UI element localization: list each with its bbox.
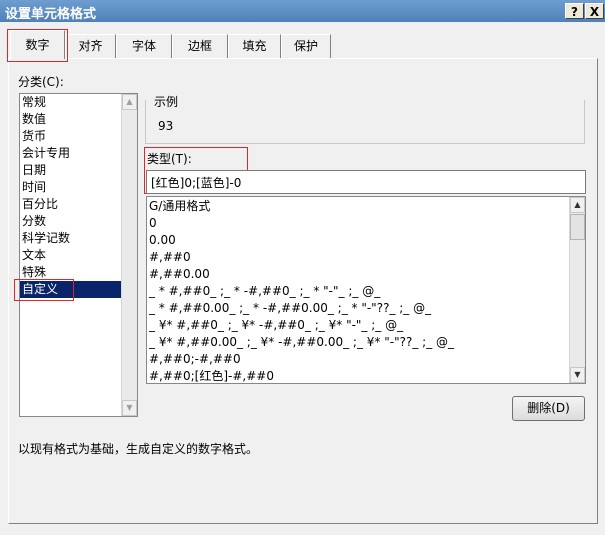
- sample-group: [145, 100, 585, 144]
- category-list[interactable]: 常规 数值 货币 会计专用 日期 时间 百分比 分数 科学记数 文本 特殊 自定义 ▲ ▼: [19, 93, 138, 417]
- category-item[interactable]: 科学记数: [20, 230, 137, 247]
- category-scrollbar[interactable]: ▲ ▼: [121, 94, 137, 416]
- format-scrollbar[interactable]: ▲ ▼: [569, 197, 585, 383]
- sample-label: 示例: [151, 93, 182, 110]
- format-description: 以现有格式为基础，生成自定义的数字格式。: [18, 442, 259, 456]
- category-item[interactable]: 会计专用: [20, 145, 137, 162]
- category-item[interactable]: 日期: [20, 162, 137, 179]
- category-item[interactable]: 文本: [20, 247, 137, 264]
- category-item[interactable]: 百分比: [20, 196, 137, 213]
- format-item[interactable]: _ ¥* #,##0.00_ ;_ ¥* -#,##0.00_ ;_ ¥* "-…: [147, 334, 585, 351]
- window-title: 设置单元格格式: [5, 7, 97, 22]
- tab-fill[interactable]: 填充: [228, 34, 281, 58]
- category-item[interactable]: 货币: [20, 128, 137, 145]
- tab-alignment[interactable]: 对齐: [65, 34, 116, 58]
- category-item[interactable]: 特殊: [20, 264, 137, 281]
- close-button[interactable]: X: [585, 3, 604, 19]
- category-item[interactable]: 常规: [20, 94, 137, 111]
- scroll-down-arrow-icon[interactable]: ▼: [122, 400, 137, 416]
- format-item[interactable]: #,##0;-#,##0: [147, 351, 585, 368]
- scroll-thumb[interactable]: [570, 214, 585, 240]
- sample-value: 93: [158, 119, 174, 133]
- scroll-down-arrow-icon[interactable]: ▼: [570, 367, 585, 383]
- format-item[interactable]: 0.00: [147, 232, 585, 249]
- format-list[interactable]: G/通用格式 0 0.00 #,##0 #,##0.00 _ * #,##0_ ;_ * …: [146, 196, 586, 384]
- scroll-up-arrow-icon[interactable]: ▲: [122, 94, 137, 110]
- title-bar: 设置单元格格式 ? X: [0, 0, 605, 22]
- format-item[interactable]: _ * #,##0.00_ ;_ * -#,##0.00_ ;_ * "-"??…: [147, 300, 585, 317]
- category-label: 分类(C):: [18, 75, 64, 89]
- format-item[interactable]: #,##0: [147, 249, 585, 266]
- category-item[interactable]: 自定义: [20, 281, 137, 298]
- category-item[interactable]: 分数: [20, 213, 137, 230]
- format-item[interactable]: _ * #,##0_ ;_ * -#,##0_ ;_ * "-"_ ;_ @_: [147, 283, 585, 300]
- category-item[interactable]: 时间: [20, 179, 137, 196]
- category-item[interactable]: 数值: [20, 111, 137, 128]
- format-item[interactable]: #,##0.00: [147, 266, 585, 283]
- scroll-up-arrow-icon[interactable]: ▲: [570, 197, 585, 213]
- tab-font[interactable]: 字体: [116, 34, 172, 58]
- category-items: 常规 数值 货币 会计专用 日期 时间 百分比 分数 科学记数 文本 特殊 自定义: [20, 94, 137, 298]
- format-item[interactable]: #,##0;[红色]-#,##0: [147, 368, 585, 383]
- tab-number[interactable]: 数字: [10, 30, 65, 59]
- format-item[interactable]: _ ¥* #,##0_ ;_ ¥* -#,##0_ ;_ ¥* "-"_ ;_ …: [147, 317, 585, 334]
- type-input[interactable]: [红色]0;[蓝色]-0: [146, 170, 586, 194]
- format-items: G/通用格式 0 0.00 #,##0 #,##0.00 _ * #,##0_ ;_ * …: [147, 197, 585, 383]
- delete-button[interactable]: 删除(D): [512, 396, 585, 421]
- tab-border[interactable]: 边框: [172, 34, 228, 58]
- format-item[interactable]: G/通用格式: [147, 198, 585, 215]
- help-button[interactable]: ?: [565, 3, 584, 19]
- format-item[interactable]: 0: [147, 215, 585, 232]
- tab-protection[interactable]: 保护: [281, 34, 331, 58]
- type-label: 类型(T):: [147, 152, 192, 166]
